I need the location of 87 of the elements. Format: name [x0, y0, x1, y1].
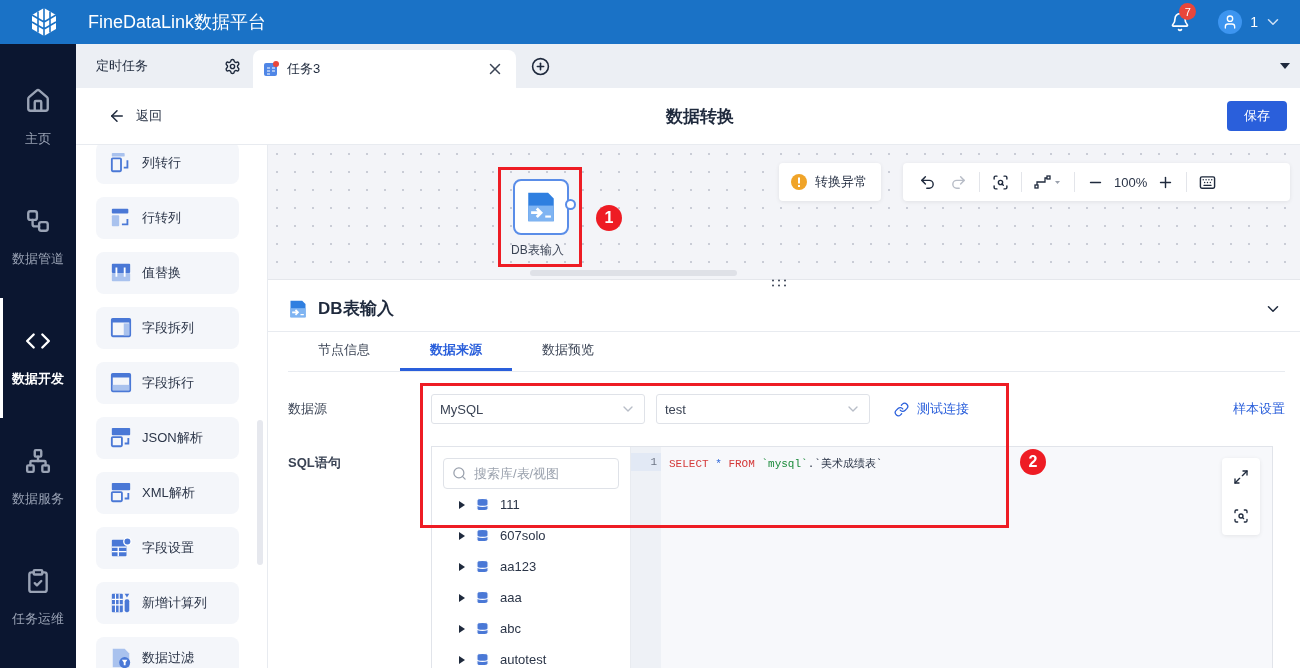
- tree-item[interactable]: 111: [443, 489, 619, 520]
- replace-icon: [110, 262, 132, 284]
- home-icon: [25, 88, 51, 114]
- pipeline-icon: [25, 208, 51, 234]
- node-label: DB表输入: [511, 242, 564, 259]
- panel-title: DB表输入: [318, 298, 395, 320]
- caret-icon[interactable]: [459, 500, 465, 509]
- tree-item[interactable]: autotest: [443, 644, 619, 668]
- database-icon: [475, 559, 490, 574]
- caret-icon[interactable]: [459, 593, 465, 602]
- app-title: FineDataLink数据平台: [88, 11, 268, 34]
- caret-icon[interactable]: [459, 562, 465, 571]
- test-connection-link[interactable]: 测试连接: [894, 400, 969, 418]
- save-button[interactable]: 保存: [1227, 101, 1287, 131]
- db-input-icon: [288, 298, 308, 319]
- warning-icon: [791, 174, 807, 190]
- database-icon: [475, 590, 490, 605]
- tree-item[interactable]: abc: [443, 613, 619, 644]
- filter-icon: [110, 647, 132, 668]
- columns-icon: [110, 317, 132, 339]
- nav-item[interactable]: 数据开发: [0, 298, 73, 418]
- connector-style-icon[interactable]: [1034, 174, 1062, 190]
- caret-icon[interactable]: [459, 531, 465, 540]
- drag-handle-icon[interactable]: [771, 279, 787, 287]
- operator-item[interactable]: 字段拆行: [96, 362, 239, 404]
- undo-icon[interactable]: [919, 173, 936, 191]
- add-column-icon: [110, 592, 132, 614]
- preview-icon[interactable]: [1233, 507, 1249, 524]
- operator-item[interactable]: 字段拆列: [96, 307, 239, 349]
- panel-tab[interactable]: 数据预览: [512, 332, 624, 371]
- tree-item[interactable]: aaa: [443, 582, 619, 613]
- fit-view-icon[interactable]: [992, 173, 1009, 191]
- back-link[interactable]: 返回: [108, 107, 162, 125]
- output-port[interactable]: [565, 199, 576, 210]
- table-gear-icon: [110, 537, 132, 559]
- keyboard-icon[interactable]: [1199, 173, 1217, 191]
- tree-item[interactable]: 607solo: [443, 520, 619, 551]
- settings-icon[interactable]: [224, 57, 241, 75]
- table-icon: [110, 482, 132, 504]
- operator-item[interactable]: 值替换: [96, 252, 239, 294]
- table-icon: [110, 427, 132, 449]
- rows-icon: [110, 372, 132, 394]
- panel-tab[interactable]: 数据来源: [400, 332, 512, 371]
- tree-item[interactable]: aa123: [443, 551, 619, 582]
- network-icon: [25, 448, 51, 474]
- user-name[interactable]: 1: [1250, 14, 1258, 30]
- nav-item[interactable]: 数据服务: [0, 418, 73, 538]
- dropdown-caret-icon[interactable]: [1280, 63, 1290, 69]
- avatar[interactable]: [1218, 10, 1243, 34]
- zoom-level: 100%: [1114, 174, 1148, 190]
- nav-item[interactable]: 主页: [0, 58, 73, 178]
- search-field[interactable]: 搜索库/表/视图: [443, 458, 619, 489]
- link-icon[interactable]: [894, 401, 909, 417]
- notification-badge: 7: [1179, 3, 1197, 20]
- code-line: SELECT * FROM `mysql`.`美术成绩表`: [669, 456, 883, 472]
- field-label: SQL语句: [288, 454, 342, 472]
- operator-item[interactable]: 列转行: [96, 145, 239, 184]
- database-icon: [475, 621, 490, 636]
- expand-icon[interactable]: [1233, 469, 1249, 486]
- database-icon: [475, 528, 490, 543]
- scrollbar[interactable]: [257, 420, 263, 565]
- tab[interactable]: 定时任务: [76, 44, 253, 88]
- add-tab-icon[interactable]: [531, 56, 550, 76]
- operator-item[interactable]: 数据过滤: [96, 637, 239, 668]
- sample-settings-link[interactable]: 样本设置: [1233, 400, 1285, 418]
- line-number: 1: [631, 453, 661, 471]
- clipboard-check-icon: [25, 568, 51, 594]
- operator-item[interactable]: 新增计算列: [96, 582, 239, 624]
- task-icon: [263, 61, 279, 77]
- caret-icon[interactable]: [459, 624, 465, 633]
- nav-item[interactable]: 任务运维: [0, 538, 73, 658]
- operator-item[interactable]: 字段设置: [96, 527, 239, 569]
- database-icon: [475, 497, 490, 512]
- operator-item[interactable]: JSON解析: [96, 417, 239, 459]
- nav-item[interactable]: 数据管道: [0, 178, 73, 298]
- datasource-select[interactable]: MySQL: [431, 394, 645, 424]
- caret-icon[interactable]: [459, 655, 465, 664]
- status-chip[interactable]: 转换异常: [779, 163, 881, 201]
- operator-item[interactable]: 行转列: [96, 197, 239, 239]
- search-icon: [452, 466, 467, 481]
- field-label: 数据源: [288, 400, 328, 418]
- page-title: 数据转换: [666, 105, 734, 128]
- database-select[interactable]: test: [656, 394, 870, 424]
- tab[interactable]: 任务3: [253, 50, 516, 88]
- operator-item[interactable]: XML解析: [96, 472, 239, 514]
- panel-tab[interactable]: 节点信息: [288, 332, 400, 371]
- canvas-node[interactable]: [513, 179, 569, 235]
